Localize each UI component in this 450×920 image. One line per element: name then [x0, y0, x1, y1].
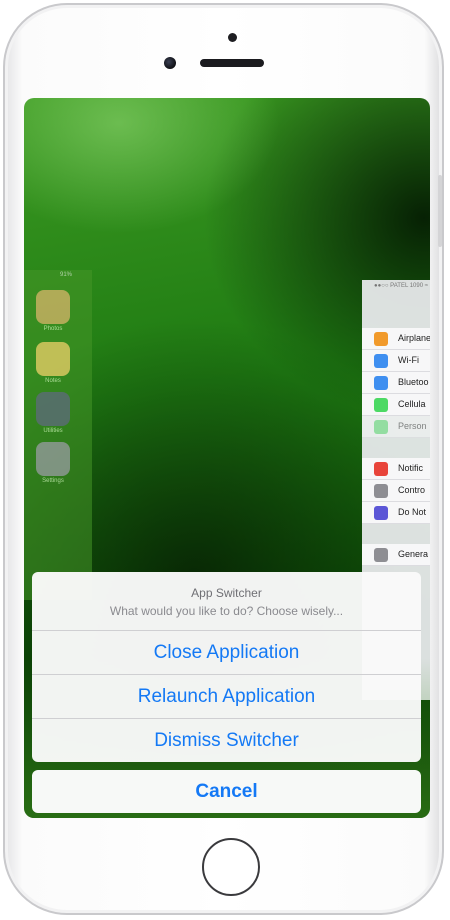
general-gear-icon — [374, 548, 388, 562]
battery-status: 91% — [60, 272, 73, 278]
phone-screen: 91% Photos Notes Utilities Settings ●●○○… — [24, 98, 430, 818]
wifi-icon — [374, 354, 388, 368]
notes-icon — [36, 342, 70, 376]
action-sheet-title: App Switcher — [191, 586, 262, 600]
front-sensor — [228, 33, 237, 42]
settings-row-label: Contro — [398, 485, 426, 495]
dismiss-switcher-button[interactable]: Dismiss Switcher — [32, 719, 421, 762]
power-button — [438, 175, 442, 247]
settings-row-label: Do Not — [398, 507, 427, 517]
close-application-button[interactable]: Close Application — [32, 631, 421, 675]
settings-row-notifications: Notific — [362, 458, 430, 480]
earpiece-speaker — [200, 59, 264, 67]
settings-row-personal-hotspot: Person — [362, 416, 430, 438]
home-button[interactable] — [202, 838, 260, 896]
settings-row-label: Person — [398, 421, 427, 431]
settings-row-label: Cellula — [398, 399, 426, 409]
app-label-utilities: Utilities — [43, 428, 63, 434]
settings-row-label: Notific — [398, 463, 424, 473]
settings-row-label: Bluetoo — [398, 377, 429, 387]
settings-row-airplane: Airplane — [362, 328, 430, 350]
bluetooth-icon — [374, 376, 388, 390]
settings-row-cellular: Cellula — [362, 394, 430, 416]
switcher-card-home-screen[interactable]: 91% Photos Notes Utilities Settings — [24, 270, 92, 600]
settings-row-control-center: Contro — [362, 480, 430, 502]
settings-row-do-not-disturb: Do Not — [362, 502, 430, 524]
personal-hotspot-icon — [374, 420, 388, 434]
settings-row-label: Genera — [398, 549, 429, 559]
relaunch-application-button[interactable]: Relaunch Application — [32, 675, 421, 719]
action-sheet-options: App Switcher What would you like to do? … — [32, 572, 421, 762]
notifications-icon — [374, 462, 388, 476]
do-not-disturb-icon — [374, 506, 388, 520]
photos-icon — [36, 290, 70, 324]
app-label-photos: Photos — [43, 326, 63, 332]
utilities-folder-icon — [36, 392, 70, 426]
settings-row-wifi: Wi-Fi — [362, 350, 430, 372]
control-center-icon — [374, 484, 388, 498]
settings-row-general: Genera — [362, 544, 430, 566]
action-sheet: App Switcher What would you like to do? … — [32, 572, 421, 813]
settings-row-label: Airplane — [398, 333, 430, 343]
action-sheet-header: App Switcher What would you like to do? … — [32, 572, 421, 631]
app-label-settings: Settings — [42, 478, 64, 484]
settings-gear-icon — [36, 442, 70, 476]
action-sheet-message: What would you like to do? Choose wisely… — [109, 604, 344, 618]
app-label-notes: Notes — [45, 378, 61, 384]
airplane-icon — [374, 332, 388, 346]
front-camera — [164, 57, 176, 69]
settings-row-label: Wi-Fi — [398, 355, 419, 365]
cellular-icon — [374, 398, 388, 412]
carrier-status: ●●○○ PATEL 1090 ≈ — [374, 283, 429, 289]
cancel-button[interactable]: Cancel — [32, 770, 421, 813]
settings-row-bluetooth: Bluetoo — [362, 372, 430, 394]
